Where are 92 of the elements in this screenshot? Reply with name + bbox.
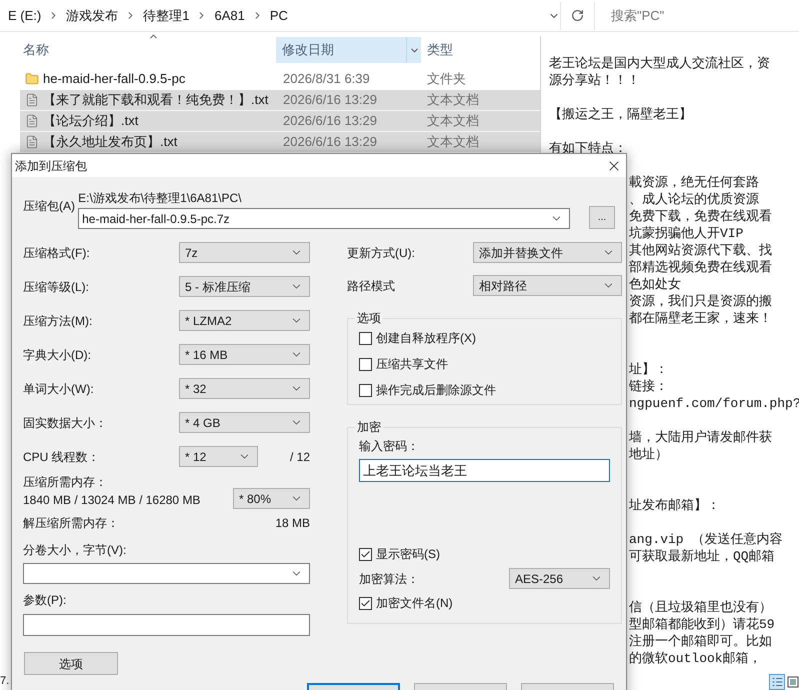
field-label: 压缩方法(M): bbox=[23, 312, 92, 330]
dropdown[interactable]: 5 - 标准压缩 bbox=[179, 276, 310, 297]
text-line: 址】： bbox=[629, 362, 668, 377]
text-line: 其他网站资源代下载、找 bbox=[629, 243, 772, 258]
column-header[interactable]: 名称 bbox=[20, 37, 276, 63]
field-label: 输入密码： bbox=[359, 438, 420, 455]
field-label: 固实数据大小： bbox=[23, 414, 107, 432]
file-row[interactable]: 【论坛介绍】.txt 2026/6/16 13:29 文本文档 bbox=[20, 111, 540, 132]
field-label: 压缩包(A) bbox=[23, 198, 76, 215]
dialog-title: 添加到压缩包 bbox=[15, 158, 87, 174]
dropdown[interactable]: AES-256 bbox=[509, 568, 610, 589]
memory-value: 18 MB bbox=[275, 515, 310, 532]
group-title: 选项 bbox=[357, 311, 381, 325]
field-label: 压缩所需内存： bbox=[23, 474, 108, 491]
text-line: 【搬运之王，隔壁老王】 bbox=[549, 107, 692, 122]
field-label: 加密算法： bbox=[359, 570, 419, 588]
text-line: 免费下载，免费在线观看 bbox=[629, 209, 772, 224]
file-date: 2026/6/16 13:29 bbox=[283, 91, 378, 110]
checkbox-label: 创建自释放程序(X) bbox=[376, 330, 476, 347]
file-row[interactable]: he-maid-her-fall-0.9.5-pc 2026/8/31 6:39 文件夹 bbox=[20, 69, 540, 90]
file-name: 【来了就能下载和观看！纯免费！】.txt bbox=[43, 91, 270, 110]
browse-button[interactable]: ... bbox=[589, 206, 615, 229]
status-text: 7. bbox=[0, 674, 10, 688]
file-row[interactable]: 【永久地址发布页】.txt 2026/6/16 13:29 文本文档 bbox=[20, 132, 540, 153]
field-label: CPU 线程数： bbox=[23, 448, 100, 466]
archive-name-field[interactable]: he-maid-her-fall-0.9.5-pc.7z bbox=[78, 208, 570, 229]
field-label: 字典大小(D): bbox=[23, 346, 91, 364]
file-type: 文本文档 bbox=[427, 133, 479, 152]
field-label: 分卷大小，字节(V): bbox=[23, 542, 128, 559]
text-line: 信（且垃圾箱里也没有） bbox=[629, 600, 772, 615]
breadcrumb-item[interactable]: E (E:) bbox=[8, 6, 42, 26]
dropdown[interactable]: * 16 MB bbox=[179, 344, 310, 365]
text-line: ang.vip （发送任意内容 bbox=[629, 532, 782, 547]
checkbox-label: 显示密码(S) bbox=[376, 546, 440, 563]
dropdown[interactable]: 相对路径 bbox=[473, 275, 622, 296]
dropdown[interactable]: * 32 bbox=[179, 378, 310, 399]
file-type: 文本文档 bbox=[427, 112, 479, 130]
archive-path: E:\游戏发布\待整理1\6A81\PC\ bbox=[78, 190, 242, 207]
text-line: 地址） bbox=[629, 447, 668, 462]
text-line: 、成人论坛的优质资源 bbox=[629, 192, 759, 207]
breadcrumb-item[interactable]: 游戏发布 bbox=[66, 6, 118, 26]
file-name: 【永久地址发布页】.txt bbox=[43, 133, 178, 152]
text-line: 坑蒙拐骗他人开VIP bbox=[629, 226, 744, 241]
checkbox-label: 操作完成后删除源文件 bbox=[376, 382, 496, 399]
text-line: 资源，我们只是资源的搬 bbox=[629, 294, 772, 309]
text-line: 可获取最新地址，QQ邮箱 bbox=[629, 549, 775, 564]
field-label: 路径模式 bbox=[347, 278, 395, 294]
text-line: 部精选视频免费在线观看 bbox=[629, 260, 772, 275]
text-line: 都在隔壁老王家，速来！ bbox=[629, 311, 772, 326]
column-header[interactable]: 修改日期 bbox=[276, 37, 421, 63]
column-header[interactable]: 类型 bbox=[421, 37, 540, 63]
text-line: 墙，大陆用户请发邮件获 bbox=[629, 430, 772, 445]
field-label: 参数(P): bbox=[23, 592, 68, 609]
breadcrumb-item[interactable]: 6A81 bbox=[214, 6, 245, 26]
text-line: 載资源，绝无任何套路 bbox=[629, 175, 759, 190]
text-line: 源分享站！！！ bbox=[549, 73, 640, 88]
field-label: 解压缩所需内存： bbox=[23, 515, 119, 532]
breadcrumb-item[interactable]: PC bbox=[270, 6, 288, 26]
dropdown[interactable]: 7z bbox=[179, 242, 310, 263]
dropdown[interactable]: * 12 bbox=[179, 446, 258, 467]
dropdown[interactable]: * LZMA2 bbox=[179, 310, 310, 331]
group-title: 加密 bbox=[357, 420, 381, 434]
text-line: 注册一个邮箱即可。比如 bbox=[629, 634, 772, 649]
text-line: 址发布邮箱】： bbox=[629, 498, 720, 513]
field-label: 压缩等级(L): bbox=[23, 278, 89, 296]
field-label: 压缩格式(F): bbox=[23, 244, 90, 262]
checkbox-label: 加密文件名(N) bbox=[376, 595, 453, 612]
thread-total: / 12 bbox=[290, 448, 310, 466]
file-type: 文本文档 bbox=[427, 91, 479, 110]
file-date: 2026/8/31 6:39 bbox=[283, 70, 371, 88]
file-date: 2026/6/16 13:29 bbox=[283, 112, 378, 130]
breadcrumb-item[interactable]: 待整理1 bbox=[143, 6, 190, 26]
field-label: 更新方式(U): bbox=[347, 244, 415, 262]
dropdown[interactable]: * 80% bbox=[233, 488, 310, 509]
file-row[interactable]: 【来了就能下载和观看！纯免费！】.txt 2026/6/16 13:29 文本文档 bbox=[20, 90, 540, 111]
text-line: 型邮箱都能收到）请花59 bbox=[629, 617, 775, 632]
options-button[interactable]: 选项 bbox=[24, 652, 118, 675]
search-field[interactable]: 搜索"PC" bbox=[603, 2, 799, 30]
text-line: 色如处女 bbox=[629, 277, 681, 292]
field-label: 单词大小(W): bbox=[23, 380, 94, 398]
file-name: 【论坛介绍】.txt bbox=[43, 112, 140, 130]
text-line: 的微软outlook邮箱， bbox=[629, 651, 762, 666]
memory-usage: 1840 MB / 13024 MB / 16280 MB bbox=[23, 492, 200, 509]
file-date: 2026/6/16 13:29 bbox=[283, 133, 378, 152]
dropdown[interactable]: 添加并替换文件 bbox=[473, 242, 622, 263]
file-type: 文件夹 bbox=[427, 70, 466, 88]
password-field[interactable]: 上老王论坛当老王 bbox=[359, 459, 610, 482]
text-line: 老王论坛是国内大型成人交流社区，资 bbox=[549, 56, 770, 71]
text-line: 链接： bbox=[629, 379, 668, 394]
file-name: he-maid-her-fall-0.9.5-pc bbox=[43, 70, 186, 88]
dropdown[interactable]: * 4 GB bbox=[179, 412, 310, 433]
checkbox-label: 压缩共享文件 bbox=[376, 356, 448, 373]
